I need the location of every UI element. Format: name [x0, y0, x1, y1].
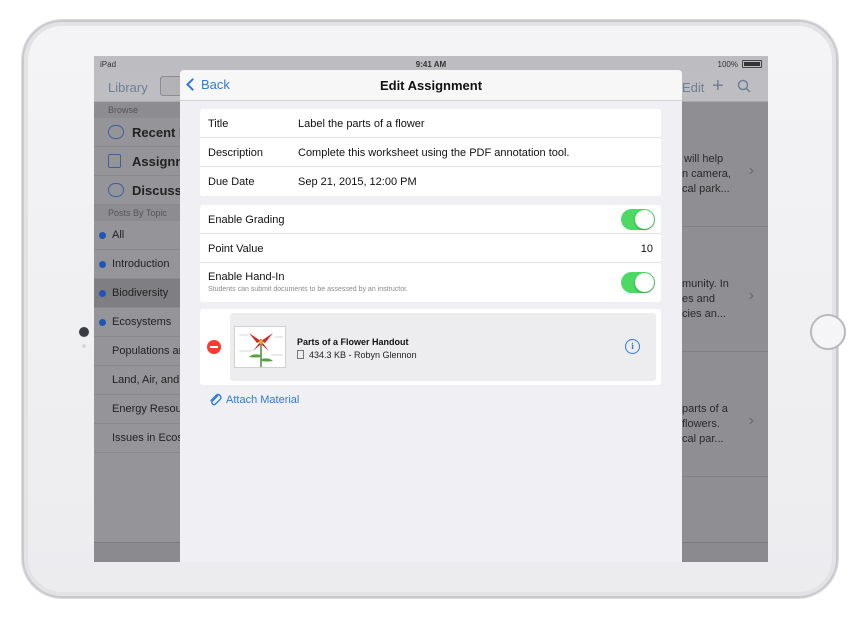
- topic-dot-icon: [99, 261, 106, 268]
- sidebar-item-discussions[interactable]: Discussio: [94, 176, 180, 205]
- camera-lens: [79, 327, 89, 337]
- chat-bubble-icon: [108, 125, 124, 139]
- list-item-text: will help n camera, cal park...: [682, 153, 731, 195]
- sidebar-topic-item[interactable]: Land, Air, and: [94, 366, 180, 395]
- add-icon[interactable]: +: [712, 75, 724, 98]
- sidebar-topic-label: Biodiversity: [112, 287, 169, 299]
- description-row[interactable]: Description Complete this worksheet usin…: [200, 138, 661, 167]
- browse-header: Browse: [94, 102, 180, 118]
- chevron-right-icon: ›: [748, 162, 754, 179]
- attach-material-link[interactable]: Attach Material: [226, 394, 299, 406]
- topics-header: Posts By Topic: [94, 205, 180, 221]
- point-value-field[interactable]: 10: [641, 243, 653, 255]
- due-date-row[interactable]: Due Date Sep 21, 2015, 12:00 PM: [200, 167, 661, 196]
- attachment-card[interactable]: Parts of a Flower Handout 434.3 KB - Rob…: [230, 313, 656, 381]
- library-button[interactable]: Library: [108, 80, 148, 95]
- page-title: Edit Assignment: [379, 78, 483, 93]
- enable-handin-row: Enable Hand-In Students can submit docum…: [200, 263, 661, 302]
- chevron-right-icon: ›: [748, 287, 754, 304]
- description-field[interactable]: Complete this worksheet using the PDF an…: [298, 147, 569, 159]
- title-row[interactable]: Title Label the parts of a flower: [200, 109, 661, 138]
- paperclip-icon[interactable]: [208, 392, 222, 406]
- list-item[interactable]: munity. In es and cies an... ›: [682, 227, 768, 352]
- list-item[interactable]: will help n camera, cal park... ›: [682, 102, 768, 227]
- sidebar-item-label: Recent P: [132, 125, 180, 140]
- enable-grading-row: Enable Grading: [200, 205, 661, 234]
- sidebar-item-label: Assignme: [132, 154, 180, 169]
- title-label: Title: [208, 118, 229, 130]
- sidebar-topic-label: Populations ar: [112, 345, 180, 357]
- enable-handin-label: Enable Hand-In: [208, 271, 285, 283]
- toggle-knob: [635, 210, 654, 229]
- sidebar-topic-item[interactable]: Populations ar: [94, 337, 180, 366]
- sidebar-topic-item[interactable]: Introduction: [94, 250, 180, 279]
- sidebar-topic-item[interactable]: Biodiversity: [94, 279, 180, 308]
- edit-button[interactable]: Edit: [682, 80, 704, 95]
- topic-list: All Introduction Biodiversity Ecosystems Pop…: [94, 221, 180, 453]
- list-item-text: parts of a flowers. cal par...: [682, 403, 728, 445]
- attachment-meta: 434.3 KB - Robyn Glennon: [297, 350, 417, 360]
- home-button[interactable]: [810, 314, 846, 350]
- point-value-label: Point Value: [208, 243, 264, 255]
- sidebar-topic-item[interactable]: Ecosystems: [94, 308, 180, 337]
- sidebar-item-label: Discussio: [132, 183, 180, 198]
- modal-navbar: Back Edit Assignment: [180, 70, 682, 101]
- topic-dot-icon: [99, 290, 106, 297]
- sidebar-item-recent[interactable]: Recent P: [94, 118, 180, 147]
- sidebar-topic-item[interactable]: Issues in Ecos: [94, 424, 180, 453]
- sidebar-topic-label: Land, Air, and: [112, 374, 180, 386]
- description-label: Description: [208, 147, 264, 159]
- battery-percent: 100%: [717, 60, 738, 69]
- due-date-field[interactable]: Sep 21, 2015, 12:00 PM: [298, 176, 417, 188]
- sidebar-topic-item[interactable]: Energy Resour: [94, 395, 180, 424]
- ambient-sensor: [82, 344, 86, 348]
- enable-grading-toggle[interactable]: [621, 209, 655, 230]
- chevron-right-icon: ›: [748, 412, 754, 429]
- enable-handin-description: Students can submit documents to be asse…: [208, 286, 408, 293]
- edit-assignment-modal: Back Edit Assignment Title Label the par…: [180, 70, 682, 562]
- sidebar-topic-item[interactable]: All: [94, 221, 180, 250]
- grading-group: Enable Grading Point Value 10 Enable Han…: [200, 205, 661, 302]
- list-item[interactable]: parts of a flowers. cal par... ›: [682, 352, 768, 477]
- remove-attachment-button[interactable]: [207, 340, 221, 354]
- sidebar-topic-label: Introduction: [112, 258, 170, 270]
- search-icon[interactable]: [737, 79, 751, 93]
- attachments-group: Parts of a Flower Handout 434.3 KB - Rob…: [200, 309, 661, 385]
- flower-thumbnail: [234, 326, 286, 368]
- list-view-icon[interactable]: [160, 76, 182, 96]
- discussion-icon: [108, 183, 124, 197]
- info-icon[interactable]: i: [625, 339, 640, 354]
- sidebar-topic-label: Energy Resour: [112, 403, 180, 415]
- list-item-text: munity. In es and cies an...: [682, 278, 729, 320]
- sidebar-item-assignments[interactable]: Assignme: [94, 147, 180, 176]
- title-field[interactable]: Label the parts of a flower: [298, 118, 425, 130]
- checklist-icon: [108, 154, 121, 168]
- due-date-label: Due Date: [208, 176, 255, 188]
- sidebar-topic-label: All: [112, 229, 125, 241]
- topic-dot-icon: [99, 319, 106, 326]
- details-group: Title Label the parts of a flower Descri…: [200, 109, 661, 196]
- sidebar-topic-label: Ecosystems: [112, 316, 172, 328]
- battery-icon: [742, 60, 762, 68]
- sidebar-topic-label: Issues in Ecos: [112, 432, 180, 444]
- enable-handin-toggle[interactable]: [621, 272, 655, 293]
- status-time: 9:41 AM: [415, 60, 447, 69]
- toggle-knob: [635, 273, 654, 292]
- point-value-row[interactable]: Point Value 10: [200, 234, 661, 263]
- document-icon: [297, 350, 304, 359]
- sidebar: Browse Recent P Assignme Discussio Posts…: [94, 102, 180, 562]
- attachment-name: Parts of a Flower Handout: [297, 337, 409, 347]
- screen: iPad 9:41 AM 100% Library Edit + Browse …: [94, 56, 768, 562]
- topic-dot-icon: [99, 232, 106, 239]
- enable-grading-label: Enable Grading: [208, 214, 285, 226]
